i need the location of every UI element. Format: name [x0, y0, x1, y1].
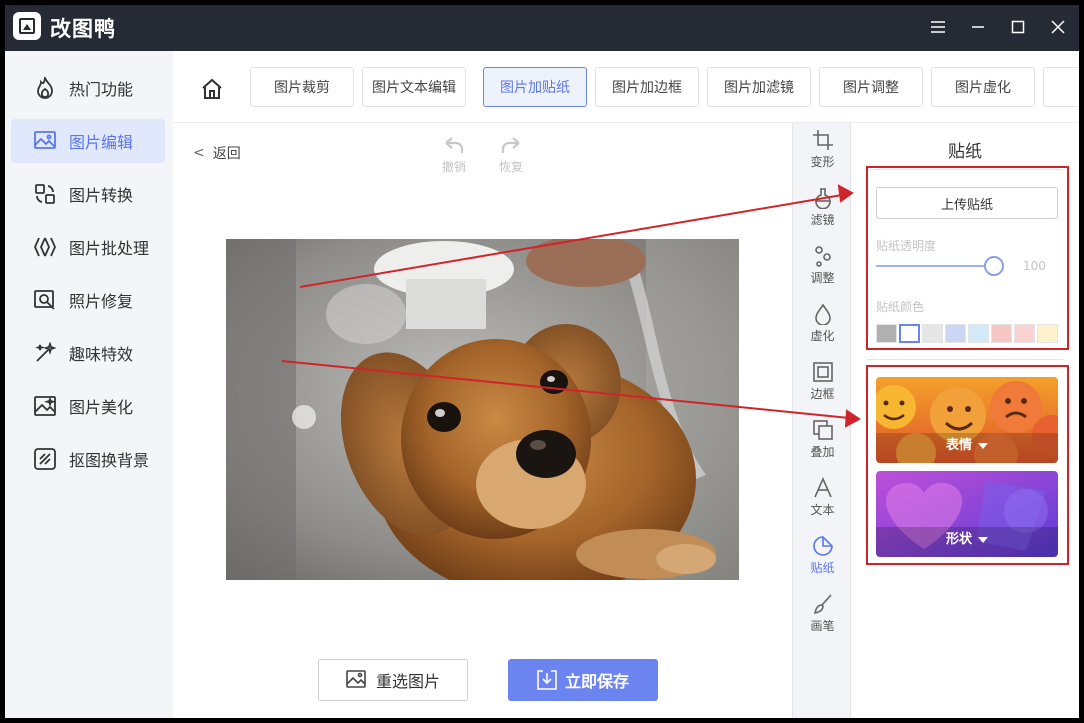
sticker-panel: 贴纸 上传贴纸 贴纸透明度 100 贴纸颜色 表情 形状: [851, 123, 1079, 718]
tab-adjust[interactable]: 图片调整: [819, 67, 923, 107]
close-icon[interactable]: [1043, 14, 1073, 40]
tool-brush[interactable]: 画笔: [793, 587, 852, 643]
cutout-icon: [33, 447, 57, 471]
tab-blur[interactable]: 图片虚化: [931, 67, 1035, 107]
sidebar-item-label: 抠图换背景: [69, 451, 150, 470]
sidebar-item-cutout[interactable]: 抠图换背景: [11, 437, 165, 481]
sidebar-item-label: 趣味特效: [69, 345, 134, 364]
adjust-icon: [814, 246, 831, 267]
image-icon: [346, 670, 366, 688]
tools-column: 变形 滤镜 调整 虚化 边框 叠加 文本 贴纸 画笔: [792, 123, 851, 718]
sidebar-item-hot[interactable]: 热门功能: [11, 66, 165, 110]
reselect-image-button[interactable]: 重选图片: [318, 659, 468, 701]
brush-icon: [813, 594, 832, 615]
tool-label: 滤镜: [810, 213, 835, 227]
overlay-icon: [812, 420, 833, 440]
app-title: 改图鸭: [50, 17, 116, 41]
tool-sticker[interactable]: 贴纸: [793, 529, 852, 585]
beautify-icon: [33, 394, 57, 418]
home-icon[interactable]: [201, 78, 223, 100]
highlight-box-categories: [866, 365, 1069, 565]
sidebar-item-label: 图片编辑: [69, 133, 134, 152]
sidebar-item-label: 照片修复: [69, 292, 134, 311]
frame-icon: [812, 362, 833, 382]
sidebar-item-convert[interactable]: 图片转换: [11, 172, 165, 216]
sidebar: 热门功能 图片编辑 图片转换 图片批处理 照片修复 趣味特效 图片美化 抠图换背…: [5, 51, 173, 718]
highlight-box-settings: [866, 166, 1069, 350]
magic-wand-icon: [33, 341, 57, 365]
image-edit-icon: [33, 129, 57, 153]
tool-label: 变形: [810, 155, 835, 169]
sidebar-item-label: 热门功能: [69, 80, 134, 99]
tab-crop[interactable]: 图片裁剪: [250, 67, 354, 107]
filter-icon: [814, 188, 831, 209]
save-label: 立即保存: [564, 672, 629, 691]
tool-overlay[interactable]: 叠加: [793, 413, 852, 469]
tab-bar: 图片裁剪 图片文本编辑 图片加贴纸 图片加边框 图片加滤镜 图片调整 图片虚化: [173, 51, 1079, 123]
sidebar-item-label: 图片转换: [69, 186, 134, 205]
save-now-button[interactable]: 立即保存: [508, 659, 658, 701]
sidebar-item-batch[interactable]: 图片批处理: [11, 225, 165, 269]
tool-label: 文本: [810, 503, 835, 517]
convert-icon: [33, 182, 57, 206]
minimize-icon[interactable]: [963, 14, 993, 40]
maximize-icon[interactable]: [1003, 14, 1033, 40]
tool-label: 叠加: [810, 445, 835, 459]
back-label: 返回: [212, 146, 241, 162]
tab-text-edit[interactable]: 图片文本编辑: [362, 67, 466, 107]
back-button[interactable]: < 返回: [193, 143, 241, 163]
app-logo-icon: [13, 12, 41, 40]
tool-frame[interactable]: 边框: [793, 355, 852, 411]
panel-title: 贴纸: [948, 142, 982, 162]
tab-filter[interactable]: 图片加滤镜: [707, 67, 811, 107]
redo-label: 恢复: [498, 160, 523, 174]
divider: [867, 359, 1063, 360]
sidebar-item-beautify[interactable]: 图片美化: [11, 384, 165, 428]
tool-label: 虚化: [810, 329, 835, 343]
batch-icon: [33, 235, 57, 259]
reselect-label: 重选图片: [375, 672, 440, 691]
sidebar-item-image-edit[interactable]: 图片编辑: [11, 119, 165, 163]
edited-photo[interactable]: [226, 239, 739, 580]
app-window: 改图鸭 热门功能 图片编辑 图片转换 图片批处理 照片修复 趣味特效 图片美化 …: [5, 5, 1079, 718]
blur-drop-icon: [814, 303, 831, 325]
tab-frame[interactable]: 图片加边框: [595, 67, 699, 107]
tool-label: 边框: [810, 387, 835, 401]
tool-text[interactable]: 文本: [793, 471, 852, 527]
text-icon: [813, 477, 832, 498]
sidebar-item-photo-repair[interactable]: 照片修复: [11, 278, 165, 322]
sidebar-item-fun-effects[interactable]: 趣味特效: [11, 331, 165, 375]
sidebar-item-label: 图片美化: [69, 398, 134, 417]
sidebar-item-label: 图片批处理: [69, 239, 150, 258]
redo-button[interactable]: 恢复: [491, 135, 531, 175]
download-icon: [537, 670, 557, 690]
undo-icon: [445, 137, 464, 153]
menu-icon[interactable]: [923, 14, 953, 40]
title-bar: 改图鸭: [5, 5, 1079, 51]
chevron-left-icon: <: [193, 145, 205, 161]
tool-adjust[interactable]: 调整: [793, 239, 852, 295]
tool-label: 画笔: [810, 619, 835, 633]
undo-button[interactable]: 撤销: [434, 135, 474, 175]
tool-label: 贴纸: [810, 561, 835, 575]
redo-icon: [501, 137, 520, 153]
tab-overflow[interactable]: [1043, 67, 1079, 107]
sticker-icon: [812, 536, 833, 556]
undo-label: 撤销: [441, 160, 466, 174]
tab-sticker[interactable]: 图片加贴纸: [483, 67, 587, 107]
tool-label: 调整: [810, 271, 835, 285]
photo-repair-icon: [33, 288, 57, 312]
canvas-area: < 返回 撤销 恢复 重选图片 立即保存: [173, 123, 792, 718]
tool-blur[interactable]: 虚化: [793, 297, 852, 353]
tool-transform[interactable]: 变形: [793, 123, 852, 179]
fire-icon: [33, 76, 57, 100]
tool-filter[interactable]: 滤镜: [793, 181, 852, 237]
transform-icon: [812, 130, 833, 150]
